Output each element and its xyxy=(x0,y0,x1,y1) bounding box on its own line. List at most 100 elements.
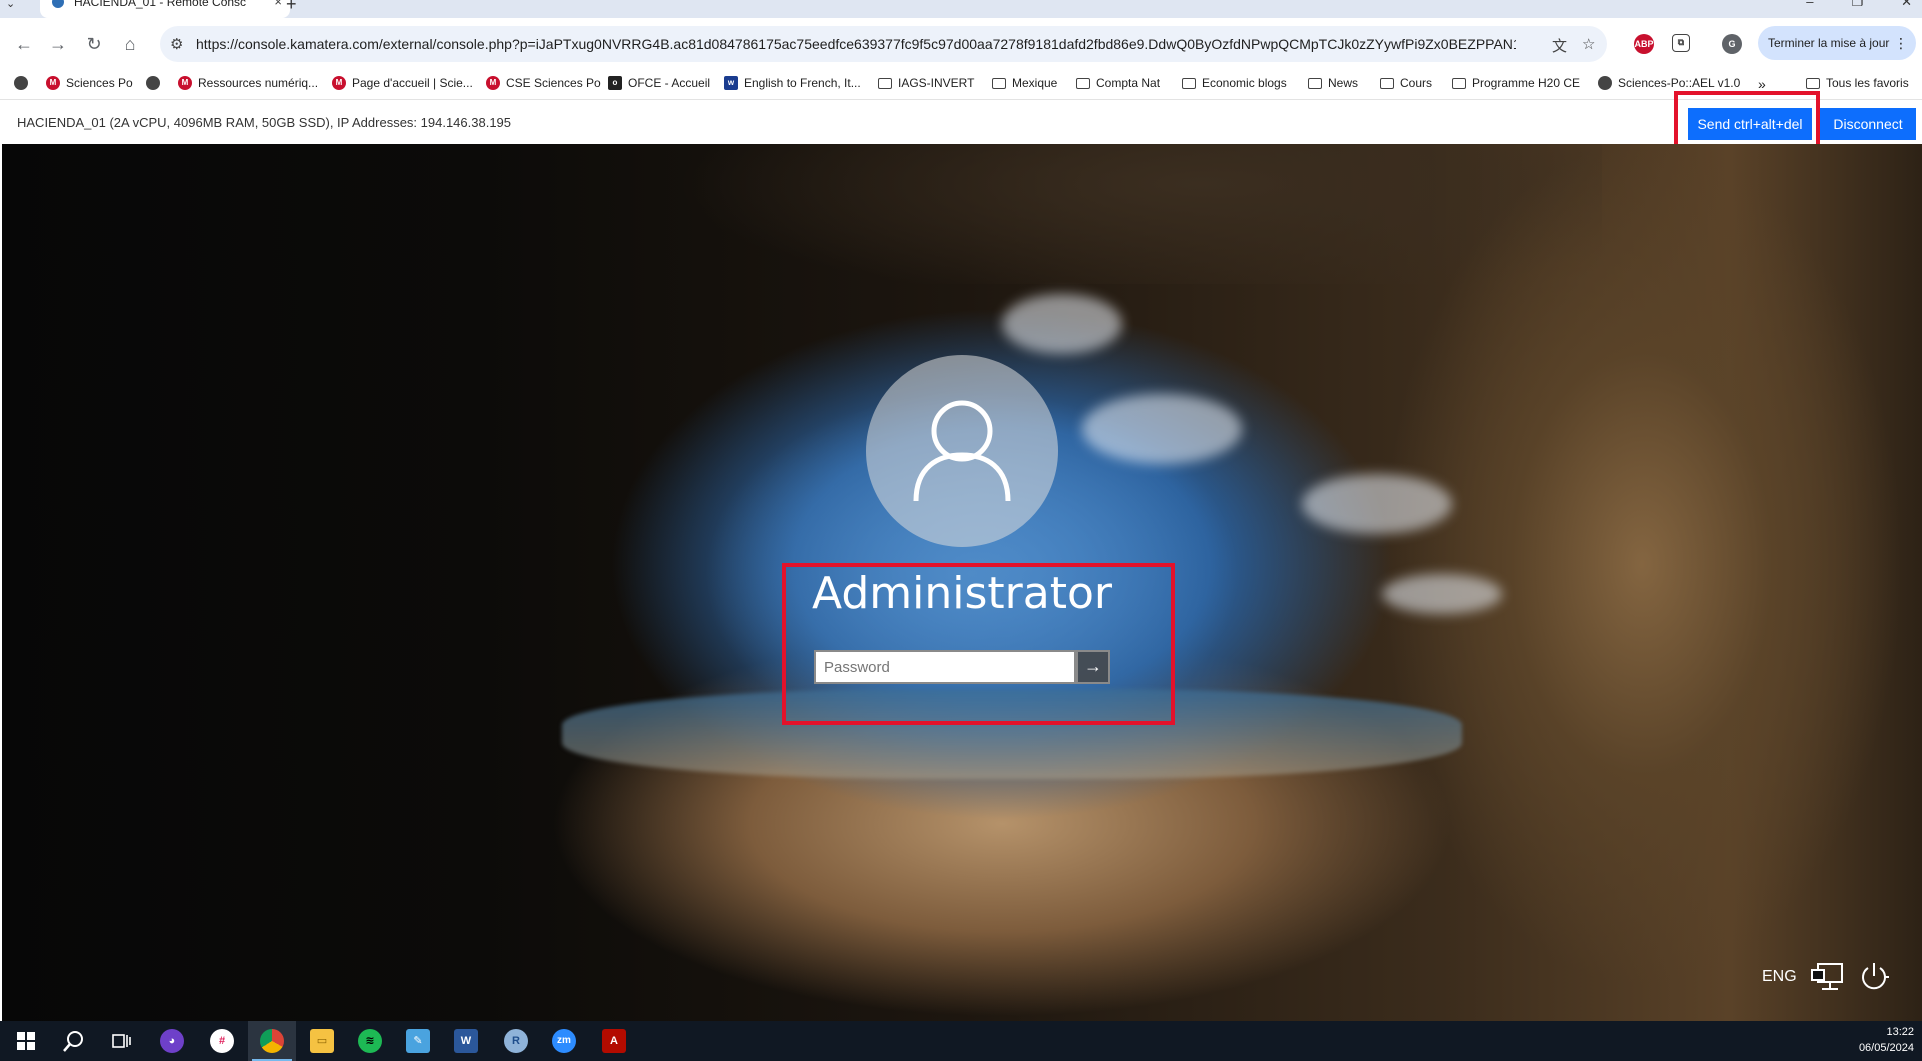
browser-tab-active[interactable]: HACIENDA_01 - Remote Consc × xyxy=(40,0,290,18)
maximize-icon[interactable]: ❐ xyxy=(1851,0,1863,10)
sciences-po-icon: M xyxy=(486,76,500,90)
folder-icon xyxy=(992,77,1006,89)
start-icon[interactable] xyxy=(2,1021,50,1061)
tab-close-icon[interactable]: × xyxy=(274,0,282,8)
bookmark-item[interactable]: w English to French, It... xyxy=(724,76,861,90)
bookmark-label: Tous les favoris xyxy=(1826,76,1909,90)
extensions-puzzle-icon[interactable]: ⧉ xyxy=(1672,34,1690,52)
sciences-po-icon: M xyxy=(332,76,346,90)
bookmark-globe-item[interactable] xyxy=(14,76,28,90)
disconnect-button[interactable]: Disconnect xyxy=(1820,108,1916,140)
r-icon[interactable]: R xyxy=(492,1021,540,1061)
bookmark-star-icon[interactable]: ☆ xyxy=(1582,35,1595,53)
clock-time: 13:22 xyxy=(1886,1026,1914,1038)
zoom-icon[interactable]: zm xyxy=(540,1021,588,1061)
bookmark-folder[interactable]: IAGS-INVERT xyxy=(878,76,974,90)
home-icon[interactable]: ⌂ xyxy=(118,32,142,56)
bookmarks-overflow-icon[interactable]: » xyxy=(1758,76,1766,92)
bookmarks-bar: M Sciences Po M Ressources numériq... M Pag… xyxy=(0,70,1922,100)
task-view-icon[interactable] xyxy=(98,1021,146,1061)
user-icon xyxy=(913,400,1011,502)
highlight-box-login xyxy=(782,563,1175,725)
cloud xyxy=(1302,474,1452,534)
folder-icon xyxy=(878,77,892,89)
bookmark-label: OFCE - Accueil xyxy=(628,76,711,90)
bookmark-label: Ressources numériq... xyxy=(198,76,319,90)
bookmark-label: News xyxy=(1328,76,1359,90)
file-explorer-icon[interactable]: ▭ xyxy=(298,1021,346,1061)
bookmark-item[interactable]: M CSE Sciences Po xyxy=(486,76,601,90)
site-info-icon[interactable]: ⚙ xyxy=(170,35,183,53)
address-bar[interactable]: ⚙ https://console.kamatera.com/external/… xyxy=(160,26,1607,62)
clock-date: 06/05/2024 xyxy=(1858,1042,1914,1054)
update-button[interactable]: Terminer la mise à jour ⋮ xyxy=(1758,26,1916,60)
globe-icon xyxy=(1598,76,1612,90)
bookmark-folder[interactable]: Programme H20 CE xyxy=(1452,76,1580,90)
spotify-icon[interactable]: ≋ xyxy=(346,1021,394,1061)
server-info: HACIENDA_01 (2A vCPU, 4096MB RAM, 50GB S… xyxy=(17,115,512,130)
new-tab-icon[interactable]: + xyxy=(286,0,297,15)
browser-tab-strip: ⌄ HACIENDA_01 - Remote Consc × + – ❐ ✕ xyxy=(0,0,1922,18)
sciences-po-icon: M xyxy=(46,76,60,90)
notepad-icon[interactable]: ✎ xyxy=(394,1021,442,1061)
console-header: HACIENDA_01 (2A vCPU, 4096MB RAM, 50GB S… xyxy=(0,100,1922,144)
bookmark-label: Programme H20 CE xyxy=(1472,76,1581,90)
translate-icon[interactable]: 文 xyxy=(1552,35,1567,56)
bookmark-label: Page d'accueil | Scie... xyxy=(352,76,473,90)
bookmark-label: Sciences-Po::AEL v1.0 xyxy=(1618,76,1741,90)
wordreference-icon: w xyxy=(724,76,738,90)
tab-search-chevron-icon[interactable]: ⌄ xyxy=(6,0,15,10)
tab-favicon-icon xyxy=(52,0,64,8)
bookmark-folder[interactable]: Cours xyxy=(1380,76,1432,90)
url-text[interactable]: https://console.kamatera.com/external/co… xyxy=(196,36,1516,52)
all-bookmarks-folder[interactable]: Tous les favoris xyxy=(1806,76,1909,90)
folder-icon xyxy=(1452,77,1466,89)
bookmark-folder[interactable]: News xyxy=(1308,76,1358,90)
search-icon[interactable] xyxy=(50,1021,98,1061)
bookmark-label: Compta Nat xyxy=(1096,76,1161,90)
browser-toolbar: ← → ↻ ⌂ ⚙ https://console.kamatera.com/e… xyxy=(0,18,1922,70)
user-avatar xyxy=(866,355,1058,547)
window-controls: – ❐ ✕ xyxy=(1806,0,1912,10)
github-icon[interactable]: ◕ xyxy=(148,1021,196,1061)
bookmark-label: English to French, It... xyxy=(744,76,861,90)
windows-taskbar: ◕ # ▭ ≋ ✎ W R zm A 13:22 06/05/2024 xyxy=(0,1021,1922,1061)
folder-icon xyxy=(1182,77,1196,89)
chrome-icon[interactable] xyxy=(248,1021,296,1061)
acrobat-icon[interactable]: A xyxy=(590,1021,638,1061)
globe-icon xyxy=(14,76,28,90)
globe-icon xyxy=(146,76,160,90)
cloud xyxy=(1382,574,1502,614)
more-menu-icon[interactable]: ⋮ xyxy=(1894,26,1908,60)
bookmark-item[interactable]: o OFCE - Accueil xyxy=(608,76,710,90)
bookmark-label: Mexique xyxy=(1012,76,1058,90)
back-icon[interactable]: ← xyxy=(12,32,36,56)
bookmark-globe-item[interactable] xyxy=(146,76,160,90)
bookmark-folder[interactable]: Compta Nat xyxy=(1076,76,1160,90)
adblock-extension-icon[interactable]: ABP xyxy=(1634,34,1654,54)
language-indicator[interactable]: ENG xyxy=(1762,968,1797,986)
bookmark-item[interactable]: M Ressources numériq... xyxy=(178,76,318,90)
forward-icon[interactable]: → xyxy=(46,32,70,56)
bookmark-label: IAGS-INVERT xyxy=(898,76,975,90)
folder-icon xyxy=(1380,77,1394,89)
bookmark-label: Cours xyxy=(1400,76,1433,90)
folder-icon xyxy=(1308,77,1322,89)
folder-icon xyxy=(1076,77,1090,89)
reload-icon[interactable]: ↻ xyxy=(82,32,106,56)
bookmark-item[interactable]: M Page d'accueil | Scie... xyxy=(332,76,473,90)
close-window-icon[interactable]: ✕ xyxy=(1901,0,1912,10)
bookmark-item[interactable]: Sciences-Po::AEL v1.0 xyxy=(1598,76,1740,90)
bookmark-folder[interactable]: Mexique xyxy=(992,76,1057,90)
bookmark-folder[interactable]: Economic blogs xyxy=(1182,76,1287,90)
power-icon[interactable] xyxy=(1858,961,1890,993)
minimize-icon[interactable]: – xyxy=(1806,0,1813,10)
system-clock[interactable]: 13:22 06/05/2024 xyxy=(1859,1024,1914,1056)
profile-avatar-icon[interactable]: G xyxy=(1722,34,1742,54)
network-icon[interactable] xyxy=(1810,962,1844,992)
bookmark-label: Economic blogs xyxy=(1202,76,1287,90)
bookmark-item[interactable]: M Sciences Po xyxy=(46,76,133,90)
ofce-icon: o xyxy=(608,76,622,90)
slack-icon[interactable]: # xyxy=(198,1021,246,1061)
word-icon[interactable]: W xyxy=(442,1021,490,1061)
